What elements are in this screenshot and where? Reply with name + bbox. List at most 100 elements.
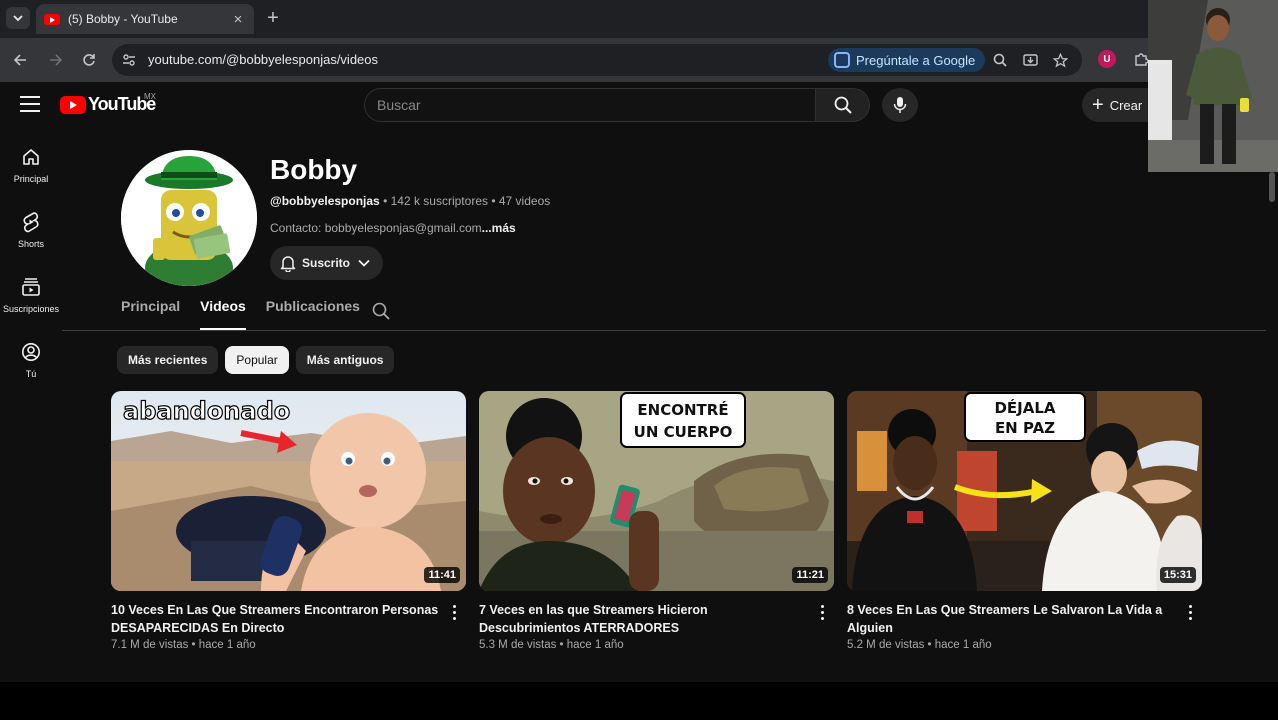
browser-toolbar: youtube.com/@bobbyelesponjas/videos Preg… (0, 38, 1278, 82)
video-meta: 7.1 M de vistas • hace 1 año (111, 639, 256, 651)
video-age: hace 1 año (934, 639, 992, 651)
create-label: Crear (1109, 97, 1143, 113)
shorts-icon (20, 211, 42, 233)
search-icon (834, 96, 852, 114)
reload-button[interactable] (77, 48, 101, 72)
browser-tab[interactable]: (5) Bobby - YouTube × (36, 4, 254, 34)
tab-publicaciones[interactable]: Publicaciones (266, 298, 360, 330)
video-thumbnail[interactable]: ENCONTRÉ UN CUERPO 11:21 (479, 391, 834, 591)
search-button[interactable] (816, 88, 870, 122)
tab-search-menu-button[interactable] (6, 7, 30, 29)
sidebar-item-shorts[interactable]: Shorts (0, 203, 62, 268)
more-options-icon[interactable] (816, 603, 828, 621)
channel-name: Bobby (270, 154, 358, 185)
chevron-down-icon (358, 259, 370, 267)
video-age: hace 1 año (198, 639, 256, 651)
install-app-icon[interactable] (1020, 50, 1040, 70)
chip-popular[interactable]: Popular (225, 346, 289, 374)
more-link[interactable]: ...más (482, 221, 516, 235)
tab-title: (5) Bobby - YouTube (68, 12, 178, 26)
reload-icon (83, 54, 95, 66)
sidebar-item-label: Tú (25, 369, 37, 379)
more-options-icon[interactable] (448, 603, 460, 621)
sidebar-item-label: Principal (13, 174, 49, 184)
video-card[interactable]: abandonado 11:41 10 Veces En Las Que Str… (111, 391, 466, 651)
bookmark-star-icon[interactable] (1050, 50, 1070, 70)
video-title[interactable]: 8 Veces En Las Que Streamers Le Salvaron… (847, 601, 1177, 637)
meta-separator: • (379, 194, 391, 208)
back-arrow-icon (13, 54, 26, 66)
ask-google-button[interactable]: Pregúntale a Google (828, 48, 986, 72)
url-text[interactable]: youtube.com/@bobbyelesponjas/videos (148, 52, 378, 67)
video-count: 47 videos (498, 194, 551, 208)
video-duration: 15:31 (1159, 567, 1196, 583)
tab-videos[interactable]: Videos (200, 298, 246, 330)
search-bar (364, 88, 870, 122)
home-icon (20, 146, 42, 168)
youtube-favicon-icon (44, 13, 60, 25)
voice-search-button[interactable] (882, 88, 918, 122)
video-thumbnail[interactable]: abandonado 11:41 (111, 391, 466, 591)
chip-oldest[interactable]: Más antiguos (295, 346, 395, 374)
lens-icon (834, 52, 850, 68)
channel-search-button[interactable] (372, 302, 390, 325)
contact-text: Contacto: bobbyelesponjas@gmail.com (270, 221, 482, 235)
extension-u-icon[interactable]: U (1098, 50, 1116, 68)
video-card[interactable]: DÉJALA EN PAZ 15:31 8 Veces En Las Que S… (847, 391, 1202, 651)
video-views: 7.1 M de vistas (111, 639, 189, 651)
zoom-icon[interactable] (990, 50, 1010, 70)
channel-description[interactable]: Contacto: bobbyelesponjas@gmail.com...má… (270, 221, 516, 235)
forward-button[interactable] (44, 48, 68, 72)
video-grid: abandonado 11:41 10 Veces En Las Que Str… (111, 391, 1203, 671)
search-icon (372, 302, 390, 320)
address-bar[interactable]: youtube.com/@bobbyelesponjas/videos Preg… (112, 44, 1082, 76)
bell-icon (280, 255, 296, 272)
video-thumbnail[interactable]: DÉJALA EN PAZ 15:31 (847, 391, 1202, 591)
more-options-icon[interactable] (1184, 603, 1196, 621)
back-button[interactable] (8, 48, 32, 72)
sidebar-item-label: Shorts (17, 239, 44, 249)
tab-principal[interactable]: Principal (121, 298, 180, 330)
youtube-logo[interactable]: YouTube MX (60, 92, 156, 115)
webcam-overlay (1148, 0, 1278, 172)
sidebar-item-label: Suscripciones (2, 304, 60, 314)
site-info-icon[interactable] (120, 51, 138, 69)
video-title[interactable]: 7 Veces en las que Streamers Hicieron De… (479, 601, 809, 637)
ask-google-label: Pregúntale a Google (856, 52, 976, 68)
channel-meta: @bobbyelesponjas • 142 k suscriptores • … (270, 194, 550, 208)
new-tab-button[interactable]: + (262, 7, 284, 29)
youtube-page: YouTube MX + Crear Principal Shorts (0, 82, 1278, 682)
chip-most-recent[interactable]: Más recientes (117, 346, 219, 374)
video-views: 5.2 M de vistas (847, 639, 925, 651)
sort-chips: Más recientes Popular Más antiguos (117, 346, 401, 374)
page-scrollbar[interactable] (1266, 172, 1278, 202)
video-title[interactable]: 10 Veces En Las Que Streamers Encontraro… (111, 601, 441, 637)
subscriptions-icon (20, 276, 42, 298)
subscribed-button[interactable]: Suscrito (270, 246, 383, 280)
channel-avatar[interactable] (121, 150, 257, 286)
menu-icon[interactable] (20, 96, 40, 112)
youtube-play-icon (60, 95, 86, 114)
forward-arrow-icon (50, 54, 63, 66)
meta-separator: • (488, 194, 499, 208)
thumbnail-caption: UN CUERPO (634, 423, 733, 441)
tab-close-icon[interactable]: × (230, 11, 246, 28)
sidebar-item-principal[interactable]: Principal (0, 138, 62, 203)
channel-handle: @bobbyelesponjas (270, 194, 380, 208)
video-card[interactable]: ENCONTRÉ UN CUERPO 11:21 7 Veces en las … (479, 391, 834, 651)
microphone-icon (893, 97, 907, 113)
sidebar: Principal Shorts Suscripciones Tú (0, 138, 62, 398)
subscriber-count: 142 k suscriptores (390, 194, 488, 208)
thumbnail-caption: EN PAZ (995, 419, 1055, 437)
thumbnail-caption: ENCONTRÉ (637, 400, 728, 419)
sidebar-item-subscriptions[interactable]: Suscripciones (0, 268, 62, 333)
video-duration: 11:41 (424, 567, 460, 583)
subscribed-label: Suscrito (302, 256, 351, 270)
browser-tab-strip: (5) Bobby - YouTube × + (0, 0, 1278, 38)
sidebar-item-you[interactable]: Tú (0, 333, 62, 398)
region-code: MX (144, 92, 156, 101)
plus-icon: + (1092, 94, 1104, 116)
scrollbar-thumb[interactable] (1269, 172, 1275, 202)
video-age: hace 1 año (566, 639, 624, 651)
search-input[interactable] (364, 88, 816, 122)
